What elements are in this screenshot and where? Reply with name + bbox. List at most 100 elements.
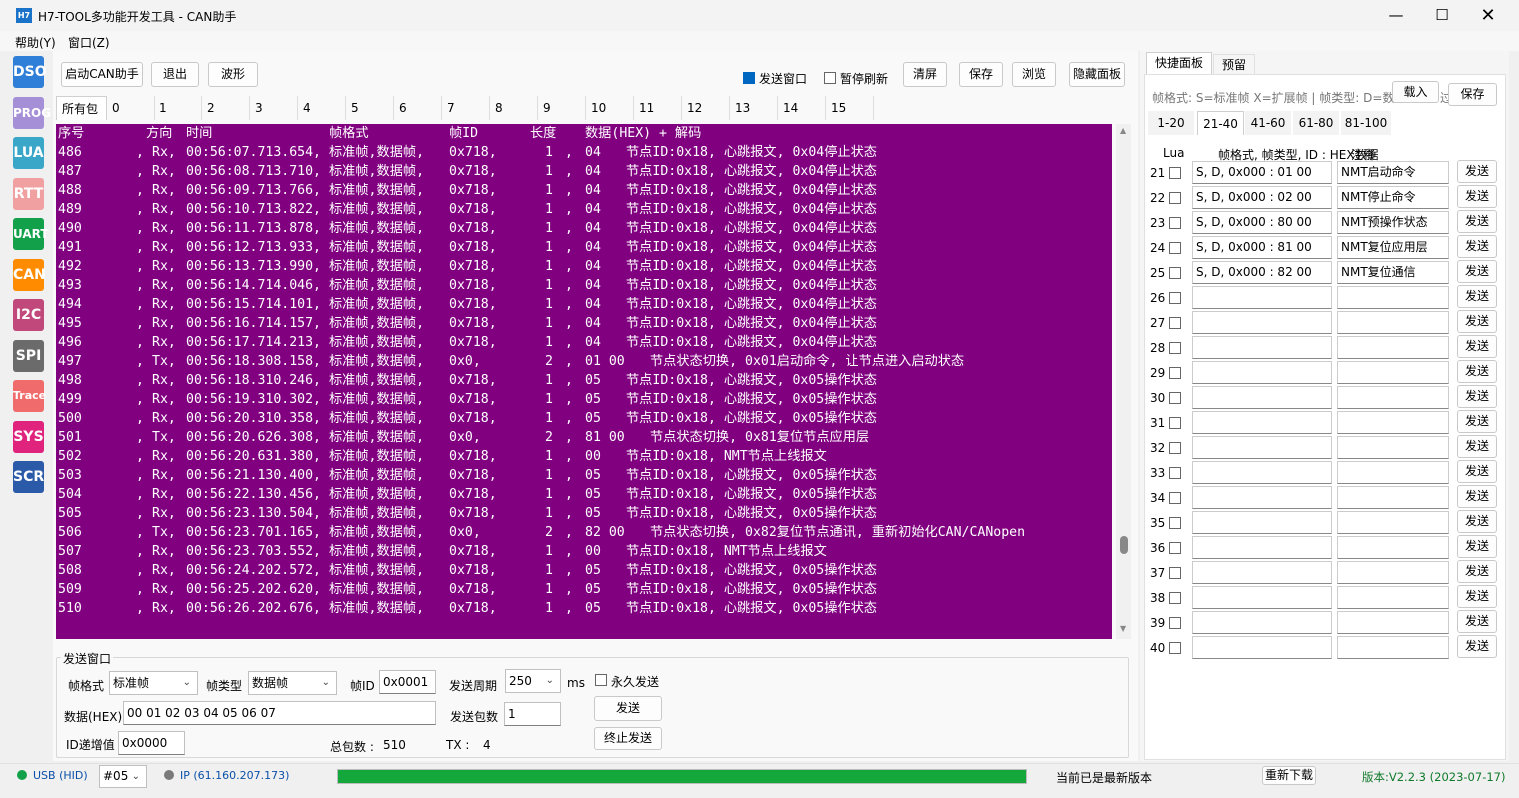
sidebar-sys-button[interactable]: SYS <box>13 420 44 453</box>
lua-checkbox[interactable] <box>1169 267 1181 279</box>
note-input[interactable] <box>1337 611 1449 634</box>
log-row[interactable]: 489, Rx, 00:56:10.713.822, 标准帧,数据帧, 0x718, 1,… <box>56 200 1112 219</box>
note-input[interactable]: NMT停止命令 <box>1337 186 1449 209</box>
frame-format-select[interactable]: 标准帧 ⌄ <box>109 671 198 695</box>
tab-quick-panel[interactable]: 快捷面板 <box>1146 52 1212 74</box>
quick-send-button[interactable]: 发送 <box>1457 435 1497 458</box>
quick-send-button[interactable]: 发送 <box>1457 560 1497 583</box>
quick-send-button[interactable]: 发送 <box>1457 410 1497 433</box>
lua-checkbox[interactable] <box>1169 542 1181 554</box>
waveform-button[interactable]: 波形 <box>208 62 258 87</box>
filter-tab-12[interactable]: 11 <box>634 96 682 120</box>
log-row[interactable]: 504, Rx, 00:56:22.130.456, 标准帧,数据帧, 0x718, 1,… <box>56 485 1112 504</box>
log-row[interactable]: 500, Rx, 00:56:20.310.358, 标准帧,数据帧, 0x718, 1,… <box>56 409 1112 428</box>
lua-checkbox[interactable] <box>1169 567 1181 579</box>
quick-send-button[interactable]: 发送 <box>1457 610 1497 633</box>
frame-type-select[interactable]: 数据帧 ⌄ <box>248 671 337 695</box>
frame-spec-input[interactable] <box>1192 361 1332 384</box>
note-input[interactable] <box>1337 336 1449 359</box>
filter-tab-5[interactable]: 4 <box>298 96 346 120</box>
scroll-thumb[interactable] <box>1120 536 1128 554</box>
quick-send-button[interactable]: 发送 <box>1457 335 1497 358</box>
stop-send-button[interactable]: 终止发送 <box>594 727 662 750</box>
close-button[interactable]: ✕ <box>1465 0 1511 31</box>
note-input[interactable] <box>1337 386 1449 409</box>
log-row[interactable]: 505, Rx, 00:56:23.130.504, 标准帧,数据帧, 0x718, 1,… <box>56 504 1112 523</box>
lua-checkbox[interactable] <box>1169 292 1181 304</box>
hide-panel-button[interactable]: 隐藏面板 <box>1069 62 1125 87</box>
sidebar-uart-button[interactable]: UART <box>13 218 49 250</box>
filter-tab-11[interactable]: 10 <box>586 96 634 120</box>
clear-button[interactable]: 清屏 <box>903 62 947 87</box>
frame-spec-input[interactable] <box>1192 486 1332 509</box>
load-button[interactable]: 载入 <box>1392 81 1439 103</box>
note-input[interactable] <box>1337 461 1449 484</box>
filter-tab-3[interactable]: 2 <box>202 96 250 120</box>
frame-spec-input[interactable] <box>1192 436 1332 459</box>
maximize-button[interactable]: ☐ <box>1419 0 1465 31</box>
filter-tab-1[interactable]: 0 <box>107 96 155 120</box>
sidebar-dso-button[interactable]: DSO <box>13 56 47 88</box>
note-input[interactable] <box>1337 561 1449 584</box>
quick-send-button[interactable]: 发送 <box>1457 285 1497 308</box>
frame-spec-input[interactable]: S, D, 0x000 : 80 00 <box>1192 211 1332 234</box>
filter-tab-7[interactable]: 6 <box>394 96 442 120</box>
sidebar-can-button[interactable]: CAN <box>13 258 46 291</box>
frame-spec-input[interactable] <box>1192 461 1332 484</box>
quick-send-button[interactable]: 发送 <box>1457 485 1497 508</box>
log-row[interactable]: 487, Rx, 00:56:08.713.710, 标准帧,数据帧, 0x718, 1,… <box>56 162 1112 181</box>
lua-checkbox[interactable] <box>1169 442 1181 454</box>
quick-send-button[interactable]: 发送 <box>1457 260 1497 283</box>
log-row[interactable]: 488, Rx, 00:56:09.713.766, 标准帧,数据帧, 0x718, 1,… <box>56 181 1112 200</box>
menu-window[interactable]: 窗口(Z) <box>68 34 110 51</box>
frame-spec-input[interactable] <box>1192 286 1332 309</box>
scroll-up-icon[interactable]: ▲ <box>1120 126 1126 135</box>
log-row[interactable]: 503, Rx, 00:56:21.130.400, 标准帧,数据帧, 0x718, 1,… <box>56 466 1112 485</box>
filter-tab-13[interactable]: 12 <box>682 96 730 120</box>
panel-save-button[interactable]: 保存 <box>1448 83 1497 106</box>
data-hex-input[interactable]: 00 01 02 03 04 05 06 07 <box>123 701 436 725</box>
send-count-input[interactable]: 1 <box>504 702 561 726</box>
sidebar-scr-button[interactable]: SCR <box>13 461 44 493</box>
frame-spec-input[interactable]: S, D, 0x000 : 02 00 <box>1192 186 1332 209</box>
quick-send-button[interactable]: 发送 <box>1457 585 1497 608</box>
minimize-button[interactable]: — <box>1373 0 1419 31</box>
lua-checkbox[interactable] <box>1169 367 1181 379</box>
log-row[interactable]: 495, Rx, 00:56:16.714.157, 标准帧,数据帧, 0x718, 1,… <box>56 314 1112 333</box>
note-input[interactable]: NMT复位应用层 <box>1337 236 1449 259</box>
quick-send-button[interactable]: 发送 <box>1457 210 1497 233</box>
device-select[interactable]: #05 ⌄ <box>99 765 147 788</box>
browse-button[interactable]: 浏览 <box>1012 62 1056 87</box>
lua-checkbox[interactable] <box>1169 467 1181 479</box>
tab-reserved[interactable]: 预留 <box>1213 54 1255 74</box>
filter-tab-8[interactable]: 7 <box>442 96 490 120</box>
quick-send-button[interactable]: 发送 <box>1457 310 1497 333</box>
log-row[interactable]: 509, Rx, 00:56:25.202.620, 标准帧,数据帧, 0x718, 1,… <box>56 580 1112 599</box>
sidebar-lua-button[interactable]: LUA <box>13 137 44 169</box>
note-input[interactable] <box>1337 636 1449 659</box>
lua-checkbox[interactable] <box>1169 617 1181 629</box>
log-row[interactable]: 499, Rx, 00:56:19.310.302, 标准帧,数据帧, 0x718, 1,… <box>56 390 1112 409</box>
lua-checkbox[interactable] <box>1169 492 1181 504</box>
save-log-button[interactable]: 保存 <box>959 62 1003 87</box>
sidebar-i2c-button[interactable]: I2C <box>13 299 44 331</box>
note-input[interactable] <box>1337 311 1449 334</box>
page-tab-21-40[interactable]: 21-40 <box>1197 111 1244 135</box>
log-row[interactable]: 497, Tx, 00:56:18.308.158, 标准帧,数据帧, 0x0, 2, 01… <box>56 352 1112 371</box>
quick-send-button[interactable]: 发送 <box>1457 160 1497 183</box>
lua-checkbox[interactable] <box>1169 242 1181 254</box>
filter-tab-15[interactable]: 14 <box>778 96 826 120</box>
frame-spec-input[interactable] <box>1192 586 1332 609</box>
note-input[interactable]: NMT复位通信 <box>1337 261 1449 284</box>
frame-spec-input[interactable] <box>1192 636 1332 659</box>
page-tab-61-80[interactable]: 61-80 <box>1293 111 1339 135</box>
frame-spec-input[interactable] <box>1192 536 1332 559</box>
send-window-checkbox[interactable] <box>743 72 755 87</box>
log-row[interactable]: 490, Rx, 00:56:11.713.878, 标准帧,数据帧, 0x718, 1,… <box>56 219 1112 238</box>
log-row[interactable]: 493, Rx, 00:56:14.714.046, 标准帧,数据帧, 0x718, 1,… <box>56 276 1112 295</box>
filter-tab-4[interactable]: 3 <box>250 96 298 120</box>
filter-tab-16[interactable]: 15 <box>826 96 874 120</box>
note-input[interactable] <box>1337 361 1449 384</box>
send-button[interactable]: 发送 <box>594 696 662 721</box>
page-tab-1-20[interactable]: 1-20 <box>1148 111 1194 135</box>
